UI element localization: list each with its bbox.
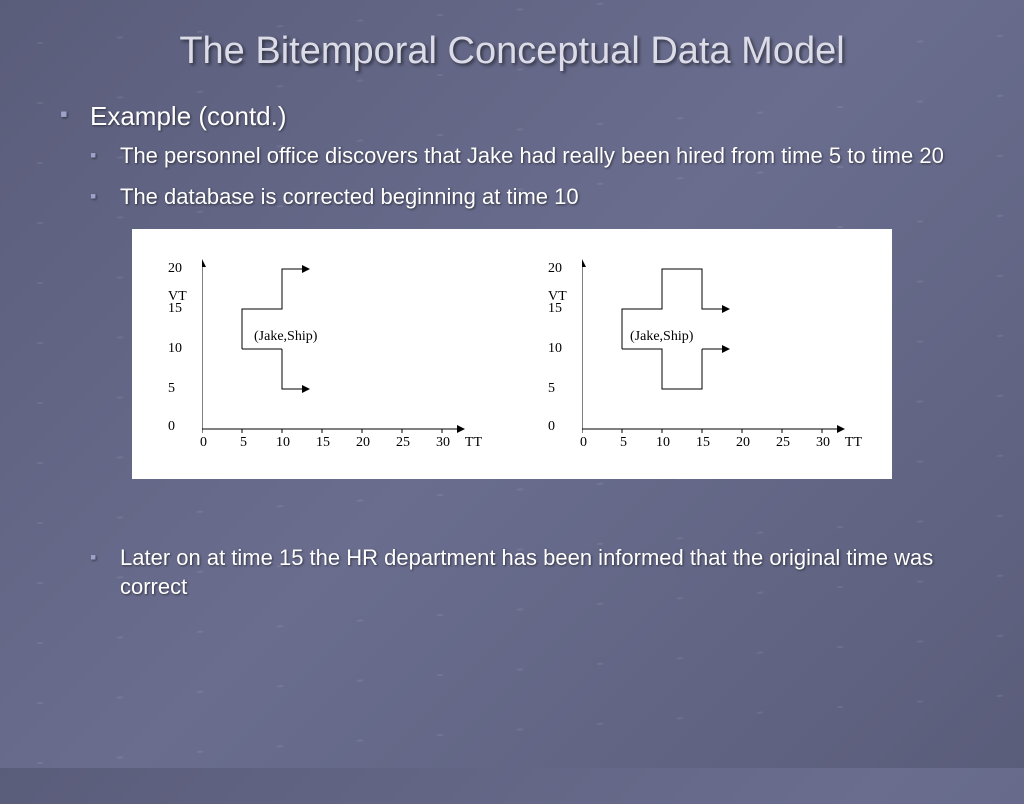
plot-left-svg [202,259,472,439]
subtitle-bullet: Example (contd.) The personnel office di… [60,101,964,211]
ytick: 15 [168,301,182,317]
ytick: 15 [548,301,562,317]
ytick: 20 [548,261,562,277]
ytick: 5 [548,381,555,397]
slide-title: The Bitemporal Conceptual Data Model [60,30,964,73]
subtitle-text: Example (contd.) [90,101,287,131]
diagram-container: VT 20 15 10 5 0 0 5 10 15 20 25 30 TT (J… [132,229,892,479]
ytick: 5 [168,381,175,397]
plot-right: VT 20 15 10 5 0 0 5 10 15 20 25 30 TT (J… [542,249,862,459]
bullet-top-1: The personnel office discovers that Jake… [90,142,964,171]
bullet-bottom-1: Later on at time 15 the HR department ha… [90,544,964,601]
ytick: 0 [548,419,555,435]
ytick: 20 [168,261,182,277]
plot-right-svg [582,259,852,439]
ytick: 10 [168,341,182,357]
bullet-top-2: The database is corrected beginning at t… [90,183,964,212]
ytick: 0 [168,419,175,435]
plot-left: VT 20 15 10 5 0 0 5 10 15 20 25 30 TT (J… [162,249,482,459]
ytick: 10 [548,341,562,357]
